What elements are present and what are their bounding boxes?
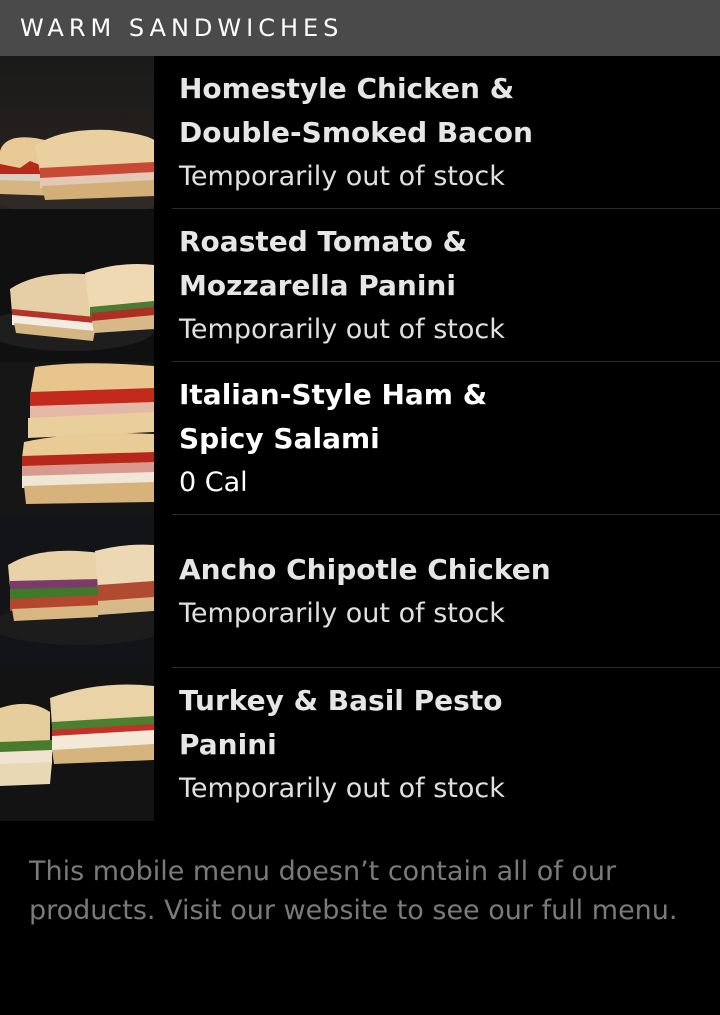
item-info: Homestyle Chicken & Double-Smoked Bacon … — [154, 56, 720, 209]
section-header: WARM SANDWICHES — [0, 0, 720, 56]
menu-item-italian-ham-salami[interactable]: Italian-Style Ham & Spicy Salami 0 Cal — [0, 362, 720, 515]
menu-item-turkey-basil-pesto-panini[interactable]: Turkey & Basil Pesto Panini Temporarily … — [0, 668, 720, 821]
menu-list: Homestyle Chicken & Double-Smoked Bacon … — [0, 56, 720, 821]
item-info: Ancho Chipotle Chicken Temporarily out o… — [154, 515, 720, 668]
item-name: Roasted Tomato & Mozzarella Panini — [179, 224, 467, 302]
sandwich-photo — [0, 668, 154, 821]
sandwich-photo — [0, 515, 154, 668]
item-name: Italian-Style Ham & Spicy Salami — [179, 377, 488, 455]
item-info: Turkey & Basil Pesto Panini Temporarily … — [154, 668, 720, 821]
item-info: Roasted Tomato & Mozzarella Panini Tempo… — [154, 209, 720, 362]
menu-item-ancho-chipotle-chicken[interactable]: Ancho Chipotle Chicken Temporarily out o… — [0, 515, 720, 668]
item-info: Italian-Style Ham & Spicy Salami 0 Cal — [154, 362, 720, 515]
item-calories: 0 Cal — [179, 466, 248, 498]
item-status: Temporarily out of stock — [179, 313, 505, 345]
section-title: WARM SANDWICHES — [20, 14, 344, 42]
item-status: Temporarily out of stock — [179, 597, 505, 629]
item-name: Turkey & Basil Pesto Panini — [179, 683, 503, 761]
sandwich-photo — [0, 209, 154, 362]
item-status: Temporarily out of stock — [179, 772, 505, 804]
menu-item-homestyle-chicken[interactable]: Homestyle Chicken & Double-Smoked Bacon … — [0, 56, 720, 209]
item-name: Ancho Chipotle Chicken — [179, 552, 551, 586]
item-status: Temporarily out of stock — [179, 160, 505, 192]
menu-page: WARM SANDWICHES Homestyle Chicken & Doub… — [0, 0, 720, 1015]
sandwich-photo — [0, 56, 154, 209]
sandwich-photo — [0, 362, 154, 515]
item-name: Homestyle Chicken & Double-Smoked Bacon — [179, 71, 533, 149]
footer-note: This mobile menu doesn’t contain all of … — [29, 856, 678, 926]
menu-item-roasted-tomato-panini[interactable]: Roasted Tomato & Mozzarella Panini Tempo… — [0, 209, 720, 362]
